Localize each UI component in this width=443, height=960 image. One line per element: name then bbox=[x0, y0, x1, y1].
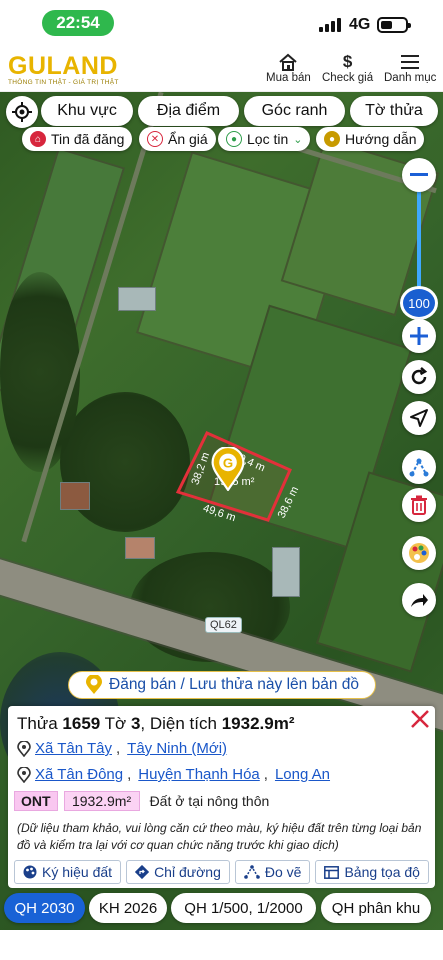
chip-to-thua[interactable]: Tờ thửa bbox=[350, 96, 438, 126]
location-pin-icon bbox=[86, 675, 102, 694]
delete-button[interactable] bbox=[402, 488, 436, 522]
post-icon: ⌂ bbox=[30, 131, 46, 147]
battery-icon bbox=[377, 17, 411, 33]
filter-icon: ● bbox=[226, 131, 242, 147]
zoom-slider-track[interactable] bbox=[417, 178, 421, 303]
status-bar: 22:54 4G bbox=[0, 0, 443, 48]
menu-icon bbox=[401, 52, 420, 72]
hide-price-icon: ✕ bbox=[147, 131, 163, 147]
nav-danh-muc[interactable]: Danh mục bbox=[384, 52, 436, 84]
road-name-label: QL62 bbox=[205, 617, 242, 633]
province-link[interactable]: Long An bbox=[275, 766, 330, 783]
svg-text:G: G bbox=[223, 455, 233, 470]
option-an-gia[interactable]: ✕ Ẩn giá bbox=[139, 127, 216, 151]
nav-check-gia[interactable]: $ Check giá bbox=[322, 52, 373, 84]
ward-link[interactable]: Xã Tân Đông bbox=[35, 766, 123, 783]
house-icon bbox=[278, 52, 298, 72]
address-old: Xã Tân Đông, Huyện Thạnh Hóa, Long An bbox=[17, 766, 330, 783]
disclaimer-note: (Dữ liệu tham khảo, vui lòng căn cứ theo… bbox=[17, 821, 422, 852]
app-header: GULAND THÔNG TIN THẬT - GIÁ TRỊ THẬT Mua… bbox=[0, 48, 443, 92]
directions-icon bbox=[135, 865, 150, 879]
guland-logo[interactable]: GULAND THÔNG TIN THẬT - GIÁ TRỊ THẬT bbox=[8, 54, 119, 87]
palette-icon bbox=[23, 865, 37, 879]
trash-icon bbox=[411, 495, 427, 515]
tab-kh-2026[interactable]: KH 2026 bbox=[89, 893, 167, 923]
share-button[interactable] bbox=[402, 583, 436, 617]
zoom-in-button[interactable] bbox=[402, 319, 436, 353]
province-link[interactable]: Tây Ninh (Mới) bbox=[127, 740, 227, 757]
nav-mua-ban[interactable]: Mua bán bbox=[266, 52, 311, 84]
plus-icon bbox=[410, 327, 428, 345]
close-icon[interactable] bbox=[409, 708, 431, 730]
zoom-level-handle[interactable]: 100 bbox=[400, 286, 438, 320]
measure-button[interactable]: Đo vẽ bbox=[234, 860, 311, 884]
network-label: 4G bbox=[349, 16, 371, 33]
signal-icon bbox=[319, 16, 341, 32]
option-tin-da-dang[interactable]: ⌂ Tin đã đăng bbox=[22, 127, 133, 151]
map-pin-icon bbox=[17, 766, 31, 783]
clock: 22:54 bbox=[42, 10, 114, 36]
refresh-icon bbox=[411, 367, 428, 385]
navigation-arrow-icon bbox=[410, 409, 428, 427]
map-style-button[interactable] bbox=[402, 536, 436, 570]
zoom-out-button[interactable] bbox=[402, 158, 436, 192]
bottom-safe-area bbox=[0, 930, 443, 960]
address-new: Xã Tân Tây, Tây Ninh (Mới) bbox=[17, 740, 227, 757]
land-use-row: ONT 1932.9m² Đất ở tại nông thôn bbox=[14, 791, 269, 811]
measure-tool-button[interactable] bbox=[402, 450, 436, 484]
land-area-badge: 1932.9m² bbox=[63, 791, 140, 811]
map-pin-icon bbox=[17, 740, 31, 757]
district-link[interactable]: Huyện Thạnh Hóa bbox=[138, 766, 259, 783]
crosshair-icon bbox=[12, 102, 32, 122]
tab-qh-1-500[interactable]: QH 1/500, 1/2000 bbox=[171, 893, 316, 923]
dollar-icon: $ bbox=[342, 52, 353, 71]
my-location-button[interactable] bbox=[6, 96, 38, 128]
directions-button[interactable]: Chỉ đường bbox=[126, 860, 230, 884]
share-arrow-icon bbox=[411, 594, 428, 607]
guide-icon: ● bbox=[324, 131, 340, 147]
parcel-marker-icon[interactable]: G bbox=[210, 447, 246, 491]
land-code-badge: ONT bbox=[14, 791, 58, 811]
chip-khu-vuc[interactable]: Khu vực bbox=[41, 96, 133, 126]
tab-qh-phan-khu[interactable]: QH phân khu bbox=[321, 893, 431, 923]
option-huong-dan[interactable]: ● Hướng dẫn bbox=[316, 127, 425, 151]
coordinate-table-button[interactable]: Bảng tọa độ bbox=[315, 860, 429, 884]
palette-icon bbox=[409, 543, 429, 563]
parcel-title: Thửa 1659 Tờ 3, Diện tích 1932.9m² bbox=[17, 714, 295, 733]
measure-icon bbox=[244, 865, 260, 879]
ward-link[interactable]: Xã Tân Tây bbox=[35, 740, 112, 757]
parcel-actions: Ký hiệu đất Chỉ đường Đo vẽ Bảng tọa độ bbox=[14, 860, 429, 884]
tab-qh-2030[interactable]: QH 2030 bbox=[4, 893, 85, 923]
navigate-button[interactable] bbox=[402, 401, 436, 435]
planning-tabs: QH 2030 KH 2026 QH 1/500, 1/2000 QH phân… bbox=[0, 893, 443, 925]
draw-measure-icon bbox=[409, 458, 429, 477]
land-legend-button[interactable]: Ký hiệu đất bbox=[14, 860, 122, 884]
table-icon bbox=[324, 865, 340, 879]
option-loc-tin[interactable]: ● Lọc tin ⌄ bbox=[218, 127, 311, 151]
post-parcel-button[interactable]: Đăng bán / Lưu thửa này lên bản đồ bbox=[68, 671, 376, 699]
refresh-button[interactable] bbox=[402, 360, 436, 394]
minus-icon bbox=[410, 173, 428, 176]
chip-dia-diem[interactable]: Địa điểm bbox=[138, 96, 239, 126]
chevron-down-icon: ⌄ bbox=[293, 133, 303, 146]
land-use-description: Đất ở tại nông thôn bbox=[149, 793, 270, 809]
chip-goc-ranh[interactable]: Góc ranh bbox=[244, 96, 345, 126]
parcel-info-card: Thửa 1659 Tờ 3, Diện tích 1932.9m² Xã Tâ… bbox=[8, 706, 435, 888]
